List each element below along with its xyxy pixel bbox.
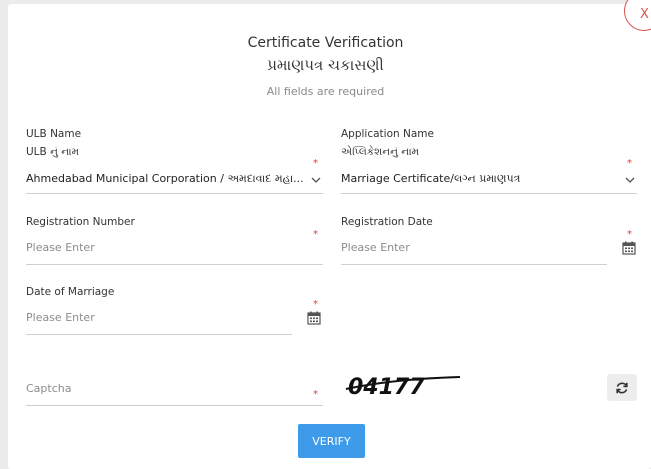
required-note: All fields are required	[266, 85, 385, 98]
date-of-marriage-label: Date of Marriage	[26, 286, 115, 298]
chevron-down-icon	[625, 176, 635, 187]
registration-number-label: Registration Number	[26, 216, 135, 228]
dialog-title-gujarati: પ્રમાણપત્ર ચકાસણી	[267, 56, 384, 74]
registration-number-underline	[26, 264, 323, 265]
captcha-image: 04177	[344, 372, 464, 400]
application-name-underline	[341, 193, 637, 194]
registration-date-underline	[341, 264, 607, 265]
chevron-down-icon	[311, 176, 321, 187]
ulb-name-underline	[26, 193, 323, 194]
close-icon: X	[640, 7, 649, 22]
registration-number-placeholder: Please Enter	[26, 241, 95, 254]
application-name-value: Marriage Certificate/લગ્ન પ્રમાણપત્ર	[341, 172, 521, 185]
required-marker: *	[627, 229, 632, 240]
calendar-icon[interactable]	[622, 240, 636, 255]
application-name-label: Application Name	[341, 128, 434, 140]
ulb-name-label-gujarati: ULB નું નામ	[26, 146, 80, 158]
ulb-name-label: ULB Name	[26, 128, 82, 140]
verify-button[interactable]: VERIFY	[298, 424, 365, 458]
application-name-select[interactable]: Marriage Certificate/લગ્ન પ્રમાણપત્ર	[341, 166, 637, 194]
date-of-marriage-input[interactable]: Please Enter	[26, 304, 292, 334]
captcha-input[interactable]: Captcha	[26, 374, 323, 404]
ulb-name-select[interactable]: Ahmedabad Municipal Corporation / અમદાવા…	[26, 166, 323, 194]
ulb-name-value: Ahmedabad Municipal Corporation / અમદાવા…	[26, 172, 304, 185]
application-name-label-gujarati: એપ્લિકેશનનું નામ	[341, 146, 420, 158]
required-marker: *	[313, 299, 318, 310]
captcha-placeholder: Captcha	[26, 382, 72, 395]
registration-date-input[interactable]: Please Enter	[341, 234, 607, 264]
date-of-marriage-placeholder: Please Enter	[26, 311, 95, 324]
registration-date-label: Registration Date	[341, 216, 433, 228]
registration-date-placeholder: Please Enter	[341, 241, 410, 254]
dialog-title: Certificate Verification	[247, 35, 404, 51]
registration-number-input[interactable]: Please Enter	[26, 234, 323, 264]
date-of-marriage-underline	[26, 334, 292, 335]
refresh-icon	[616, 382, 628, 393]
calendar-icon[interactable]	[307, 310, 321, 325]
captcha-underline	[26, 405, 323, 406]
refresh-captcha-button[interactable]	[607, 374, 637, 401]
